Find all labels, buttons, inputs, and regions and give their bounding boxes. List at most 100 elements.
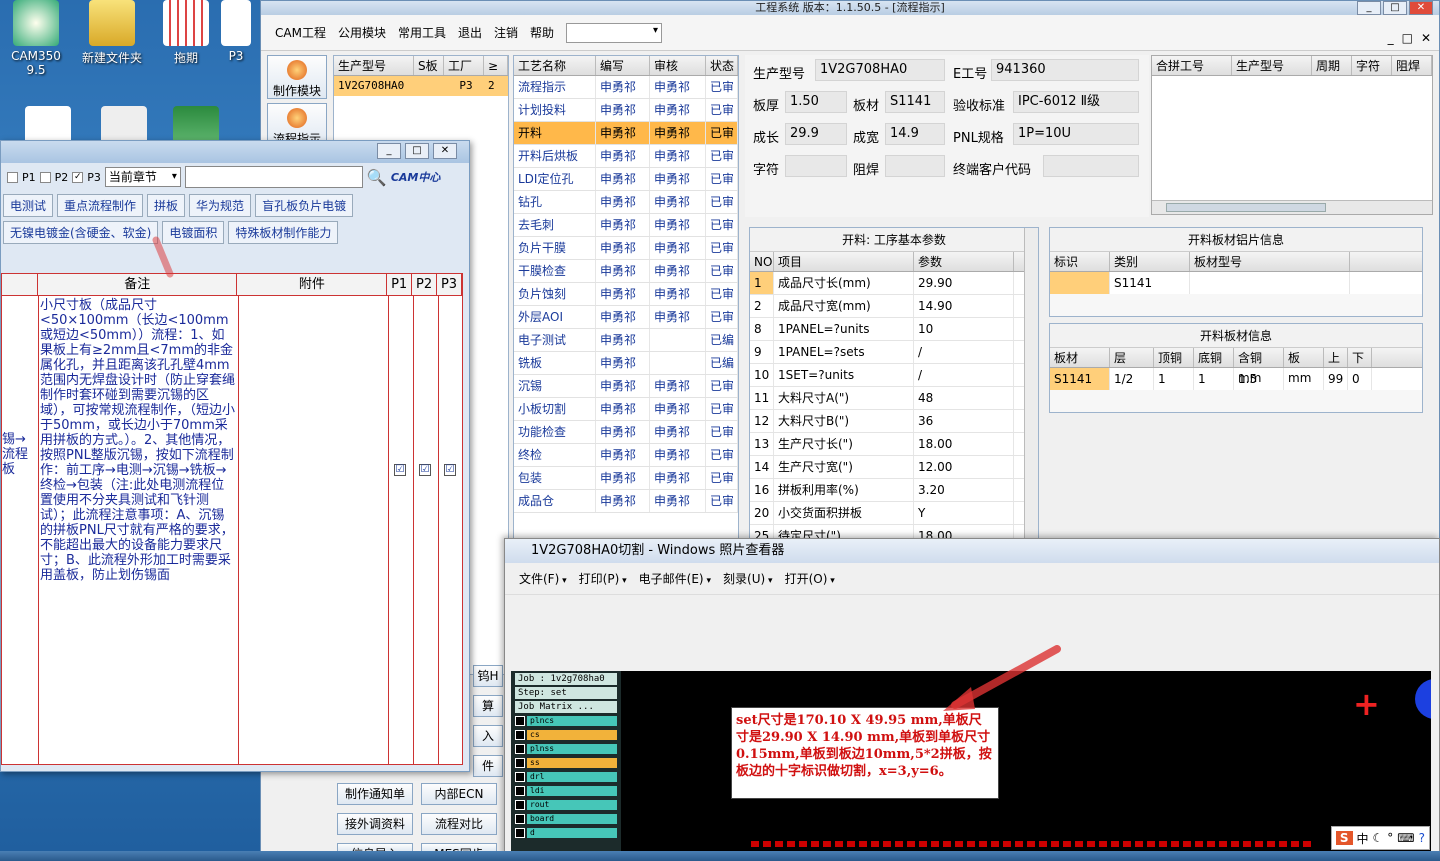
layer-row[interactable]: rout — [515, 799, 617, 811]
process-row[interactable]: 计划投料 申勇祁 申勇祁 已审 — [514, 99, 738, 122]
mat1-row[interactable]: S1141 — [1050, 272, 1422, 294]
order-row[interactable]: 1V2G708HA0 P3 2 — [334, 76, 508, 96]
col-merge-char[interactable]: 字符 — [1352, 56, 1392, 75]
mdi-minimize-button[interactable]: _ — [1388, 31, 1394, 45]
cam-tab[interactable]: 电测试 — [3, 194, 54, 217]
process-row[interactable]: LDI定位孔 申勇祁 申勇祁 已审 — [514, 168, 738, 191]
mat2-col[interactable]: 含铜mm — [1234, 348, 1284, 385]
menu-help[interactable]: 帮助 — [524, 24, 560, 41]
desktop-icon-cam350[interactable]: CAM350 9.5 — [0, 0, 72, 77]
mat2-col[interactable]: 底铜 — [1194, 348, 1234, 367]
viewer-menu-print[interactable]: 打印(P) — [579, 570, 627, 587]
param-row[interactable]: 8 1PANEL=?units 10 — [750, 318, 1038, 341]
chapter-select[interactable]: 当前章节 — [104, 167, 181, 187]
param-row[interactable]: 11 大料尺寸A(") 48 — [750, 387, 1038, 410]
horizontal-scrollbar[interactable] — [1152, 200, 1432, 214]
mat2-col[interactable]: 顶铜 — [1154, 348, 1194, 367]
menu-tools[interactable]: 常用工具 — [392, 24, 452, 41]
param-row[interactable]: 9 1PANEL=?sets / — [750, 341, 1038, 364]
mat2-row[interactable]: S1141 1/2 1 1 1.5 99 0 — [1050, 368, 1422, 390]
p2-checkbox[interactable] — [39, 171, 51, 183]
process-row[interactable]: 去毛刺 申勇祁 申勇祁 已审 — [514, 214, 738, 237]
process-row[interactable]: 外层AOI 申勇祁 申勇祁 已审 — [514, 306, 738, 329]
desktop-icon-new-folder[interactable]: 新建文件夹 — [76, 0, 148, 66]
process-row[interactable]: 钻孔 申勇祁 申勇祁 已审 — [514, 191, 738, 214]
process-row[interactable]: 负片蚀刻 申勇祁 申勇祁 已审 — [514, 283, 738, 306]
col-no[interactable]: NO — [750, 252, 774, 271]
cam-tab[interactable]: 拼板 — [147, 194, 186, 217]
cam-tab[interactable]: 华为规范 — [189, 194, 252, 217]
p3-checkbox[interactable]: ✓ — [72, 171, 84, 183]
layer-toggle-icon[interactable] — [515, 744, 525, 754]
viewer-menu-email[interactable]: 电子邮件(E) — [639, 570, 711, 587]
cam-tab[interactable]: 特殊板材制作能力 — [228, 221, 339, 244]
notice-button[interactable]: 制作通知单 — [337, 783, 413, 805]
layer-toggle-icon[interactable] — [515, 730, 525, 740]
viewer-menu-open[interactable]: 打开(O) — [785, 570, 835, 587]
layer-row[interactable]: plncs — [515, 715, 617, 727]
p2-check[interactable]: ☑ — [419, 464, 431, 476]
col-merge-no[interactable]: 合拼工号 — [1152, 56, 1232, 75]
layer-row[interactable]: board — [515, 813, 617, 825]
layer-row[interactable]: drl — [515, 771, 617, 783]
param-row[interactable]: 20 小交货面积拼板 Y — [750, 502, 1038, 525]
side-button-1[interactable]: 钨H — [473, 665, 503, 687]
layer-row[interactable]: ss — [515, 757, 617, 769]
menu-combo[interactable] — [566, 22, 663, 43]
p3-check[interactable]: ☑ — [444, 464, 456, 476]
layer-toggle-icon[interactable] — [515, 786, 525, 796]
layer-toggle-icon[interactable] — [515, 800, 525, 810]
process-row[interactable]: 铣板 申勇祁 已编 — [514, 352, 738, 375]
col-item[interactable]: 项目 — [774, 252, 914, 271]
process-row[interactable]: 终检 申勇祁 申勇祁 已审 — [514, 444, 738, 467]
mdi-restore-button[interactable]: □ — [1402, 31, 1413, 45]
col-param[interactable]: 参数 — [914, 252, 1014, 271]
layer-row[interactable]: cs — [515, 729, 617, 741]
process-row[interactable]: 开料 申勇祁 申勇祁 已审 — [514, 122, 738, 145]
col-p1[interactable]: P1 — [387, 274, 413, 295]
scroll-thumb[interactable] — [1166, 203, 1326, 212]
p1-checkbox[interactable] — [7, 171, 18, 183]
compare-button[interactable]: 流程对比 — [421, 813, 497, 835]
cam-tab[interactable]: 盲孔板负片电镀 — [255, 194, 354, 217]
vertical-scrollbar[interactable] — [1024, 228, 1038, 544]
param-row[interactable]: 12 大料尺寸B(") 36 — [750, 410, 1038, 433]
side-button-4[interactable]: 件 — [473, 755, 503, 777]
p1-check[interactable]: ☑ — [394, 464, 406, 476]
process-row[interactable]: 干膜检查 申勇祁 申勇祁 已审 — [514, 260, 738, 283]
ecn-button[interactable]: 内部ECN — [421, 783, 497, 805]
process-row[interactable]: 包装 申勇祁 申勇祁 已审 — [514, 467, 738, 490]
col-p2[interactable]: P2 — [412, 274, 438, 295]
mat2-col[interactable]: 上 — [1324, 348, 1348, 367]
layer-toggle-icon[interactable] — [515, 828, 525, 838]
tool-make-module[interactable]: 制作模块 — [267, 55, 327, 99]
side-button-2[interactable]: 算 — [473, 695, 503, 717]
process-row[interactable]: 负片干膜 申勇祁 申勇祁 已审 — [514, 237, 738, 260]
external-button[interactable]: 接外调资料 — [337, 813, 413, 835]
search-icon[interactable]: 🔍 — [367, 168, 387, 187]
mat2-col[interactable]: 板材 — [1050, 348, 1110, 367]
process-row[interactable]: 流程指示 申勇祁 申勇祁 已审 — [514, 76, 738, 99]
process-row[interactable]: 开料后烘板 申勇祁 申勇祁 已审 — [514, 145, 738, 168]
layer-row[interactable]: ldi — [515, 785, 617, 797]
cam-tab[interactable]: 重点流程制作 — [57, 194, 144, 217]
param-row[interactable]: 16 拼板利用率(%) 3.20 — [750, 479, 1038, 502]
mat2-col[interactable]: 板mm — [1284, 348, 1324, 385]
moon-icon[interactable]: ☾ — [1373, 831, 1384, 845]
col-more[interactable]: ≥ — [484, 56, 508, 75]
col-merge-mask[interactable]: 阻焊 — [1392, 56, 1432, 75]
punct-icon[interactable]: ° — [1387, 831, 1393, 845]
process-row[interactable]: 成品仓 申勇祁 申勇祁 已审 — [514, 490, 738, 513]
help-icon[interactable]: ? — [1419, 831, 1425, 845]
layer-toggle-icon[interactable] — [515, 716, 525, 726]
viewer-menu-burn[interactable]: 刻录(U) — [723, 570, 773, 587]
col-merge-cycle[interactable]: 周期 — [1312, 56, 1352, 75]
col-type[interactable]: 类别 — [1110, 252, 1190, 271]
col-merge-model[interactable]: 生产型号 — [1232, 56, 1312, 75]
col-s[interactable]: S板 — [414, 56, 444, 75]
layer-toggle-icon[interactable] — [515, 814, 525, 824]
keyboard-icon[interactable]: ⌨ — [1397, 831, 1414, 845]
param-row[interactable]: 10 1SET=?units / — [750, 364, 1038, 387]
param-row[interactable]: 2 成品尺寸宽(mm) 14.90 — [750, 295, 1038, 318]
mat2-col[interactable]: 层 — [1110, 348, 1154, 367]
